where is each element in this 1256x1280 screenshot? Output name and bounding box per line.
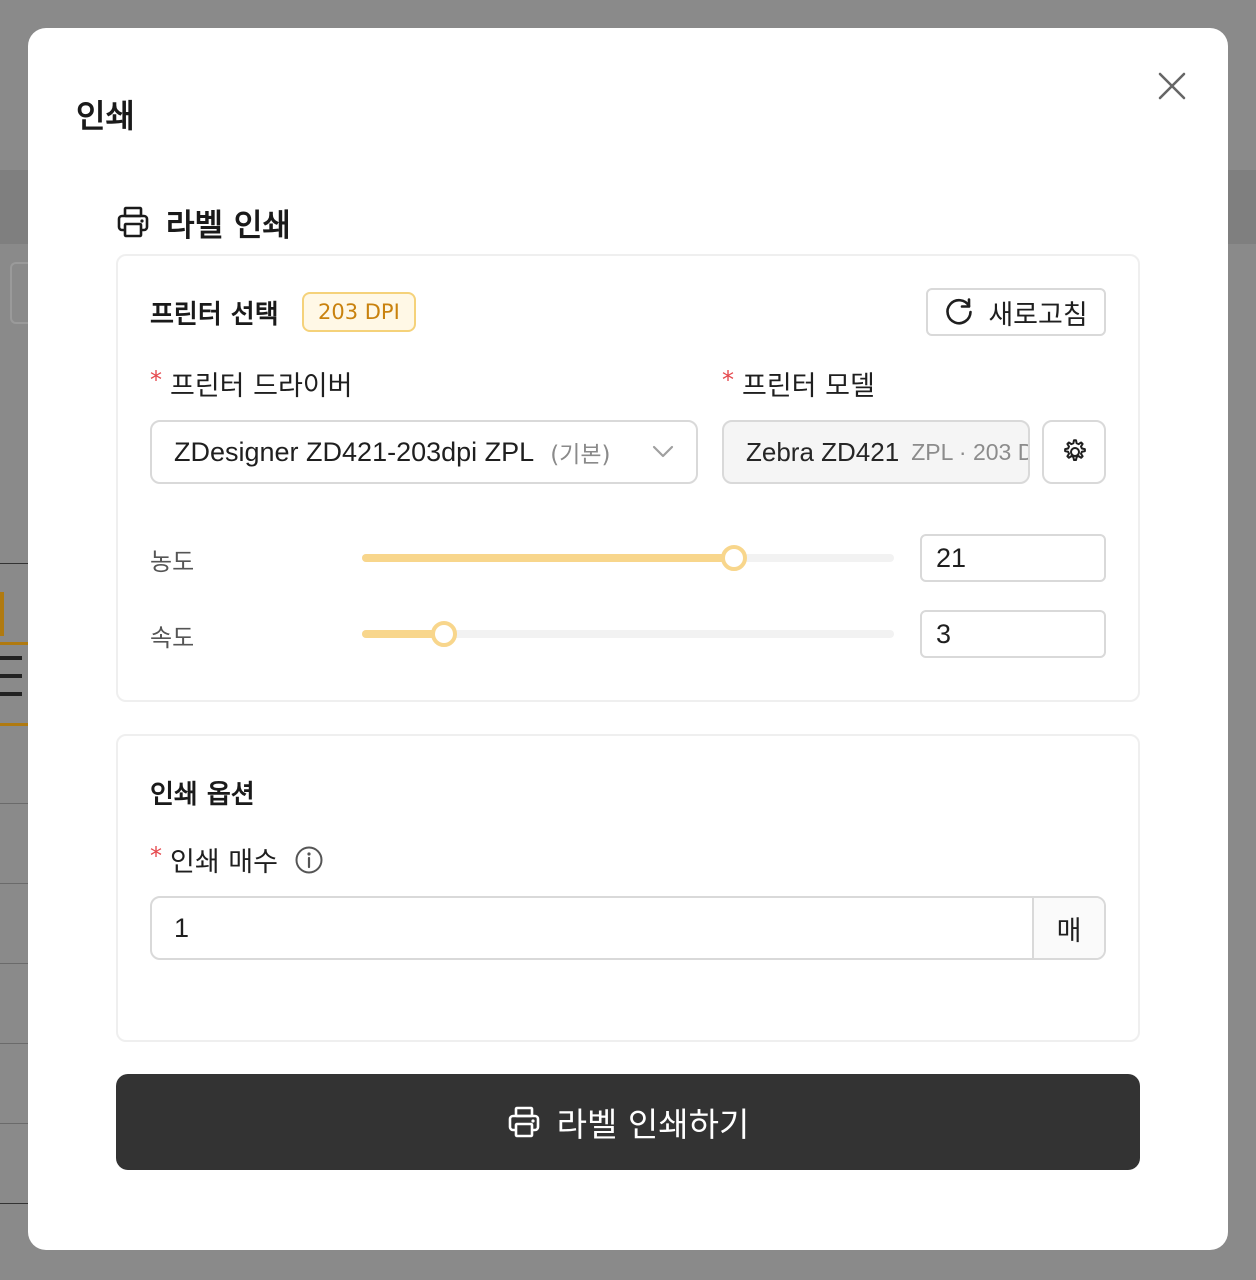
- darkness-input[interactable]: 21: [920, 534, 1106, 582]
- speed-input[interactable]: 3: [920, 610, 1106, 658]
- options-card-title: 인쇄 옵션: [150, 780, 255, 810]
- slider-handle[interactable]: [430, 621, 457, 647]
- modal-title: 인쇄: [76, 97, 135, 135]
- printer-card-title: 프린터 선택: [150, 300, 279, 330]
- background-divider: [0, 803, 28, 804]
- required-mark: *: [150, 365, 162, 394]
- background-divider: [0, 563, 28, 564]
- driver-field-label: * 프린터 드라이버: [150, 364, 352, 403]
- refresh-label: 새로고침: [988, 299, 1088, 331]
- driver-default-hint: (기본): [550, 442, 611, 468]
- close-icon: [1158, 72, 1186, 100]
- slider-handle[interactable]: [721, 545, 748, 571]
- slider-track: [362, 554, 735, 562]
- driver-select[interactable]: ZDesigner ZD421-203dpi ZPL (기본): [150, 420, 698, 484]
- speed-label: 속도: [150, 624, 195, 652]
- printer-icon: [117, 206, 149, 238]
- required-mark: *: [722, 365, 734, 394]
- background-highlight: [0, 592, 4, 636]
- driver-label-text: 프린터 드라이버: [170, 371, 353, 402]
- print-button-label: 라벨 인쇄하기: [556, 1105, 750, 1144]
- darkness-slider[interactable]: [362, 538, 894, 578]
- copies-field-label: * 인쇄 매수: [150, 840, 324, 879]
- model-field-label: * 프린터 모델: [722, 364, 875, 403]
- driver-select-value: ZDesigner ZD421-203dpi ZPL: [174, 436, 535, 467]
- section-title: 라벨 인쇄: [166, 207, 291, 244]
- required-mark: *: [150, 841, 162, 870]
- background-divider: [0, 883, 28, 884]
- info-icon[interactable]: [294, 845, 324, 875]
- print-options-card: 인쇄 옵션 * 인쇄 매수 1 매: [116, 734, 1140, 1042]
- print-label-button[interactable]: 라벨 인쇄하기: [116, 1074, 1140, 1170]
- section-header: 라벨 인쇄: [116, 200, 291, 244]
- dpi-badge: 203 DPI: [302, 292, 416, 332]
- print-modal: 인쇄 라벨 인쇄 프린터 선택 203 DPI 새로고침 * 프린터 드라이버: [28, 28, 1228, 1250]
- model-sub: ZPL · 203 DPI: [911, 438, 1028, 465]
- printer-icon: [508, 1106, 539, 1138]
- background-divider: [0, 1123, 28, 1124]
- copies-input-group: 1 매: [150, 896, 1106, 960]
- refresh-button[interactable]: 새로고침: [926, 288, 1106, 336]
- model-value: Zebra ZD421: [746, 436, 900, 467]
- background-divider: [0, 1043, 28, 1044]
- printer-settings-button[interactable]: [1042, 420, 1106, 484]
- background-input: [10, 262, 30, 324]
- refresh-icon: [946, 298, 973, 325]
- model-label-text: 프린터 모델: [742, 371, 875, 402]
- background-divider: [0, 1203, 28, 1204]
- printer-selection-card: 프린터 선택 203 DPI 새로고침 * 프린터 드라이버 * 프린터 모델 …: [116, 254, 1140, 702]
- background-divider: [0, 963, 28, 964]
- close-button[interactable]: [1152, 66, 1192, 106]
- copies-input[interactable]: 1: [152, 898, 1032, 958]
- speed-slider[interactable]: [362, 614, 894, 654]
- chevron-down-icon: [652, 445, 674, 458]
- darkness-label: 농도: [150, 548, 195, 576]
- model-field: Zebra ZD421 ZPL · 203 DPI: [722, 420, 1030, 484]
- copies-label-text: 인쇄 매수: [170, 847, 278, 878]
- background-menu-icon: [0, 656, 22, 696]
- gear-icon: [1064, 439, 1086, 461]
- copies-unit: 매: [1032, 898, 1104, 958]
